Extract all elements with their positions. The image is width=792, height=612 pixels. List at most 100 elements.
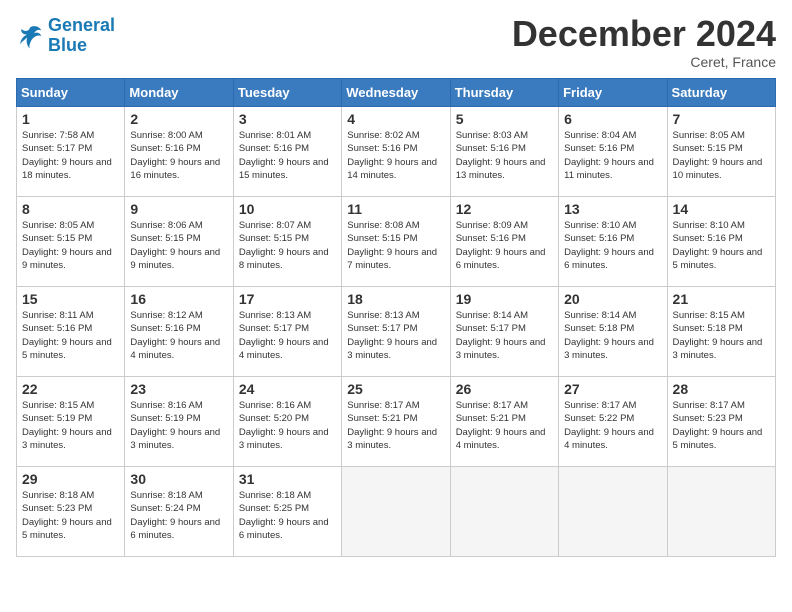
day-info: Sunrise: 8:18 AM Sunset: 5:24 PM Dayligh… <box>130 489 227 542</box>
day-cell-27: 27 Sunrise: 8:17 AM Sunset: 5:22 PM Dayl… <box>559 377 667 467</box>
day-cell-11: 11 Sunrise: 8:08 AM Sunset: 5:15 PM Dayl… <box>342 197 450 287</box>
day-info: Sunrise: 8:18 AM Sunset: 5:25 PM Dayligh… <box>239 489 336 542</box>
day-cell-31: 31 Sunrise: 8:18 AM Sunset: 5:25 PM Dayl… <box>233 467 341 557</box>
day-cell-20: 20 Sunrise: 8:14 AM Sunset: 5:18 PM Dayl… <box>559 287 667 377</box>
week-row-1: 1 Sunrise: 7:58 AM Sunset: 5:17 PM Dayli… <box>17 107 776 197</box>
empty-cell <box>342 467 450 557</box>
day-info: Sunrise: 8:16 AM Sunset: 5:19 PM Dayligh… <box>130 399 227 452</box>
logo-text: General Blue <box>48 16 115 56</box>
day-number: 11 <box>347 201 444 217</box>
day-number: 18 <box>347 291 444 307</box>
col-friday: Friday <box>559 79 667 107</box>
day-cell-15: 15 Sunrise: 8:11 AM Sunset: 5:16 PM Dayl… <box>17 287 125 377</box>
day-cell-25: 25 Sunrise: 8:17 AM Sunset: 5:21 PM Dayl… <box>342 377 450 467</box>
col-sunday: Sunday <box>17 79 125 107</box>
day-number: 2 <box>130 111 227 127</box>
day-info: Sunrise: 7:58 AM Sunset: 5:17 PM Dayligh… <box>22 129 119 182</box>
day-number: 5 <box>456 111 553 127</box>
day-number: 20 <box>564 291 661 307</box>
day-number: 12 <box>456 201 553 217</box>
day-number: 31 <box>239 471 336 487</box>
day-number: 22 <box>22 381 119 397</box>
day-cell-6: 6 Sunrise: 8:04 AM Sunset: 5:16 PM Dayli… <box>559 107 667 197</box>
day-cell-3: 3 Sunrise: 8:01 AM Sunset: 5:16 PM Dayli… <box>233 107 341 197</box>
day-number: 13 <box>564 201 661 217</box>
day-cell-28: 28 Sunrise: 8:17 AM Sunset: 5:23 PM Dayl… <box>667 377 775 467</box>
empty-cell <box>667 467 775 557</box>
day-info: Sunrise: 8:08 AM Sunset: 5:15 PM Dayligh… <box>347 219 444 272</box>
day-number: 25 <box>347 381 444 397</box>
calendar-header-row: Sunday Monday Tuesday Wednesday Thursday… <box>17 79 776 107</box>
day-info: Sunrise: 8:05 AM Sunset: 5:15 PM Dayligh… <box>673 129 770 182</box>
day-cell-7: 7 Sunrise: 8:05 AM Sunset: 5:15 PM Dayli… <box>667 107 775 197</box>
day-info: Sunrise: 8:14 AM Sunset: 5:17 PM Dayligh… <box>456 309 553 362</box>
day-info: Sunrise: 8:17 AM Sunset: 5:21 PM Dayligh… <box>347 399 444 452</box>
title-block: December 2024 Ceret, France <box>512 16 776 70</box>
day-number: 4 <box>347 111 444 127</box>
day-info: Sunrise: 8:13 AM Sunset: 5:17 PM Dayligh… <box>347 309 444 362</box>
day-cell-13: 13 Sunrise: 8:10 AM Sunset: 5:16 PM Dayl… <box>559 197 667 287</box>
day-cell-14: 14 Sunrise: 8:10 AM Sunset: 5:16 PM Dayl… <box>667 197 775 287</box>
col-saturday: Saturday <box>667 79 775 107</box>
day-info: Sunrise: 8:06 AM Sunset: 5:15 PM Dayligh… <box>130 219 227 272</box>
day-number: 21 <box>673 291 770 307</box>
day-info: Sunrise: 8:14 AM Sunset: 5:18 PM Dayligh… <box>564 309 661 362</box>
day-number: 6 <box>564 111 661 127</box>
day-number: 30 <box>130 471 227 487</box>
day-info: Sunrise: 8:10 AM Sunset: 5:16 PM Dayligh… <box>564 219 661 272</box>
day-info: Sunrise: 8:03 AM Sunset: 5:16 PM Dayligh… <box>456 129 553 182</box>
day-number: 15 <box>22 291 119 307</box>
day-cell-24: 24 Sunrise: 8:16 AM Sunset: 5:20 PM Dayl… <box>233 377 341 467</box>
day-number: 19 <box>456 291 553 307</box>
col-wednesday: Wednesday <box>342 79 450 107</box>
week-row-5: 29 Sunrise: 8:18 AM Sunset: 5:23 PM Dayl… <box>17 467 776 557</box>
day-cell-18: 18 Sunrise: 8:13 AM Sunset: 5:17 PM Dayl… <box>342 287 450 377</box>
day-cell-21: 21 Sunrise: 8:15 AM Sunset: 5:18 PM Dayl… <box>667 287 775 377</box>
day-number: 1 <box>22 111 119 127</box>
day-number: 24 <box>239 381 336 397</box>
day-number: 9 <box>130 201 227 217</box>
day-info: Sunrise: 8:13 AM Sunset: 5:17 PM Dayligh… <box>239 309 336 362</box>
day-number: 3 <box>239 111 336 127</box>
day-cell-22: 22 Sunrise: 8:15 AM Sunset: 5:19 PM Dayl… <box>17 377 125 467</box>
day-info: Sunrise: 8:17 AM Sunset: 5:22 PM Dayligh… <box>564 399 661 452</box>
day-cell-4: 4 Sunrise: 8:02 AM Sunset: 5:16 PM Dayli… <box>342 107 450 197</box>
day-number: 7 <box>673 111 770 127</box>
page-header: General Blue December 2024 Ceret, France <box>16 16 776 70</box>
day-cell-23: 23 Sunrise: 8:16 AM Sunset: 5:19 PM Dayl… <box>125 377 233 467</box>
day-number: 14 <box>673 201 770 217</box>
day-number: 29 <box>22 471 119 487</box>
empty-cell <box>450 467 558 557</box>
day-info: Sunrise: 8:02 AM Sunset: 5:16 PM Dayligh… <box>347 129 444 182</box>
empty-cell <box>559 467 667 557</box>
day-info: Sunrise: 8:09 AM Sunset: 5:16 PM Dayligh… <box>456 219 553 272</box>
col-tuesday: Tuesday <box>233 79 341 107</box>
day-info: Sunrise: 8:17 AM Sunset: 5:23 PM Dayligh… <box>673 399 770 452</box>
calendar-table: Sunday Monday Tuesday Wednesday Thursday… <box>16 78 776 557</box>
day-number: 23 <box>130 381 227 397</box>
day-cell-9: 9 Sunrise: 8:06 AM Sunset: 5:15 PM Dayli… <box>125 197 233 287</box>
day-info: Sunrise: 8:15 AM Sunset: 5:19 PM Dayligh… <box>22 399 119 452</box>
day-info: Sunrise: 8:17 AM Sunset: 5:21 PM Dayligh… <box>456 399 553 452</box>
week-row-4: 22 Sunrise: 8:15 AM Sunset: 5:19 PM Dayl… <box>17 377 776 467</box>
col-thursday: Thursday <box>450 79 558 107</box>
day-cell-19: 19 Sunrise: 8:14 AM Sunset: 5:17 PM Dayl… <box>450 287 558 377</box>
day-info: Sunrise: 8:12 AM Sunset: 5:16 PM Dayligh… <box>130 309 227 362</box>
week-row-3: 15 Sunrise: 8:11 AM Sunset: 5:16 PM Dayl… <box>17 287 776 377</box>
day-cell-1: 1 Sunrise: 7:58 AM Sunset: 5:17 PM Dayli… <box>17 107 125 197</box>
day-number: 27 <box>564 381 661 397</box>
day-info: Sunrise: 8:01 AM Sunset: 5:16 PM Dayligh… <box>239 129 336 182</box>
week-row-2: 8 Sunrise: 8:05 AM Sunset: 5:15 PM Dayli… <box>17 197 776 287</box>
day-info: Sunrise: 8:04 AM Sunset: 5:16 PM Dayligh… <box>564 129 661 182</box>
day-cell-8: 8 Sunrise: 8:05 AM Sunset: 5:15 PM Dayli… <box>17 197 125 287</box>
day-info: Sunrise: 8:10 AM Sunset: 5:16 PM Dayligh… <box>673 219 770 272</box>
day-info: Sunrise: 8:05 AM Sunset: 5:15 PM Dayligh… <box>22 219 119 272</box>
day-info: Sunrise: 8:16 AM Sunset: 5:20 PM Dayligh… <box>239 399 336 452</box>
day-cell-2: 2 Sunrise: 8:00 AM Sunset: 5:16 PM Dayli… <box>125 107 233 197</box>
logo-icon <box>16 22 44 50</box>
day-number: 8 <box>22 201 119 217</box>
day-cell-26: 26 Sunrise: 8:17 AM Sunset: 5:21 PM Dayl… <box>450 377 558 467</box>
day-number: 10 <box>239 201 336 217</box>
day-number: 28 <box>673 381 770 397</box>
day-info: Sunrise: 8:07 AM Sunset: 5:15 PM Dayligh… <box>239 219 336 272</box>
